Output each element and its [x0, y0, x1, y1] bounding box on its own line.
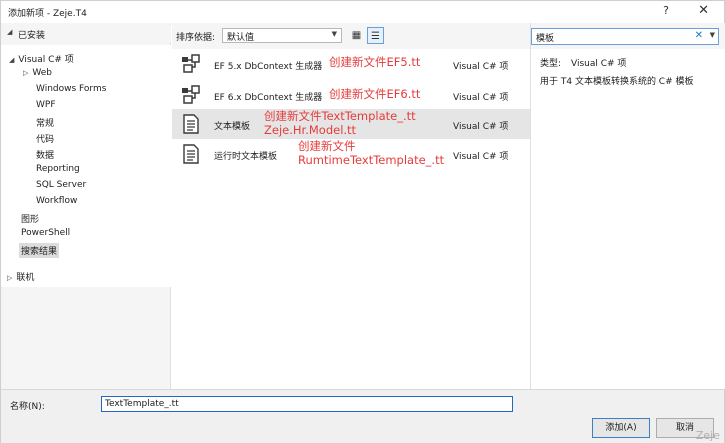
tree-item-search-results[interactable]: 搜索结果: [19, 243, 60, 258]
template-language: Visual C# 项: [453, 152, 509, 162]
document-icon: [183, 144, 199, 164]
type-label: 类型:: [540, 59, 562, 69]
expand-right-icon[interactable]: ▷: [23, 69, 28, 77]
annotation-runtime-template: 创建新文件 RumtimeTextTemplate_.tt: [298, 139, 445, 167]
tree-item-code[interactable]: 代码: [36, 132, 54, 145]
template-list: EF 5.x DbContext 生成器 Visual C# 项 EF 6.x …: [172, 49, 530, 389]
dialog-title: 添加新项 - Zeje.T4: [8, 9, 87, 19]
type-value: Visual C# 项: [571, 59, 627, 69]
template-language: Visual C# 项: [453, 122, 509, 132]
chevron-down-icon[interactable]: ▼: [710, 31, 715, 39]
expand-down-icon[interactable]: ◢: [9, 56, 14, 64]
tree-item-reporting[interactable]: Reporting: [36, 164, 80, 174]
tree-item-online[interactable]: ▷ 联机: [7, 270, 34, 283]
bottom-panel: 名称(N): TextTemplate_.tt 添加(A) 取消 Zeje: [1, 389, 724, 443]
details-pane: 模板 ✕ ▼ 类型: Visual C# 项 用于 T4 文本模板转换系统的 C…: [530, 23, 725, 389]
sort-label: 排序依据:: [176, 33, 216, 43]
clear-search-icon[interactable]: ✕: [695, 30, 703, 41]
sort-dropdown[interactable]: 默认值 ▼: [222, 28, 342, 43]
tree-item-powershell[interactable]: PowerShell: [21, 228, 70, 238]
tree-item-web[interactable]: ▷ Web: [23, 68, 52, 78]
chevron-down-icon: ▼: [331, 30, 337, 38]
tree-item-sql-server[interactable]: SQL Server: [36, 180, 86, 190]
ef-generator-icon: [182, 54, 200, 73]
ef-generator-icon: [182, 85, 200, 104]
category-pane: ◢ 已安装 ◢ Visual C# 项 ▷ Web Windows Forms WP…: [1, 23, 171, 389]
watermark: Zeje: [695, 429, 720, 442]
help-button[interactable]: ?: [663, 4, 669, 17]
sort-toolbar: 排序依据: 默认值 ▼ ▦ ☰: [172, 23, 530, 49]
add-new-item-dialog: 添加新项 - Zeje.T4 ? ✕ ◢ 已安装 ◢ Visual C# 项 ▷ W…: [0, 0, 725, 443]
tree-item-general[interactable]: 常规: [36, 116, 54, 129]
close-icon[interactable]: ✕: [698, 3, 709, 18]
tree-item-graphics[interactable]: 图形: [21, 212, 39, 225]
tree-item-wpf[interactable]: WPF: [36, 100, 56, 110]
tree-item-workflow[interactable]: Workflow: [36, 196, 77, 206]
search-input[interactable]: 模板 ✕ ▼: [531, 28, 719, 45]
small-icons-view-icon[interactable]: ▦: [348, 27, 365, 44]
template-name: 文本模板: [214, 122, 251, 132]
tree-item-windows-forms[interactable]: Windows Forms: [36, 84, 106, 94]
title-bar: 添加新项 - Zeje.T4 ? ✕: [1, 1, 724, 23]
document-icon: [183, 114, 199, 134]
category-tree: ◢ Visual C# 项 ▷ Web Windows Forms WPF 常规 代…: [1, 45, 171, 287]
expand-down-icon[interactable]: ◢: [7, 28, 12, 36]
installed-header[interactable]: ◢ 已安装: [1, 25, 171, 42]
name-label: 名称(N):: [10, 402, 45, 412]
expand-right-icon[interactable]: ▷: [7, 274, 12, 282]
name-field[interactable]: TextTemplate_.tt: [101, 396, 513, 412]
tree-item-visual-csharp[interactable]: ◢ Visual C# 项: [9, 52, 74, 65]
annotation-texttemplate: 创建新文件TextTemplate_.tt Zeje.Hr.Model.tt: [264, 109, 416, 137]
template-name: EF 6.x DbContext 生成器: [214, 93, 323, 103]
list-view-icon[interactable]: ☰: [367, 27, 384, 44]
template-language: Visual C# 项: [453, 93, 509, 103]
template-language: Visual C# 项: [453, 62, 509, 72]
template-name: 运行时文本模板: [214, 152, 278, 162]
annotation-ef6: 创建新文件EF6.tt: [329, 87, 421, 101]
template-description: 用于 T4 文本模板转换系统的 C# 模板: [540, 77, 694, 87]
tree-item-data[interactable]: 数据: [36, 148, 54, 161]
template-name: EF 5.x DbContext 生成器: [214, 62, 323, 72]
search-bar: 模板 ✕ ▼: [531, 23, 725, 49]
add-button[interactable]: 添加(A): [592, 418, 650, 438]
annotation-ef5: 创建新文件EF5.tt: [329, 55, 421, 69]
